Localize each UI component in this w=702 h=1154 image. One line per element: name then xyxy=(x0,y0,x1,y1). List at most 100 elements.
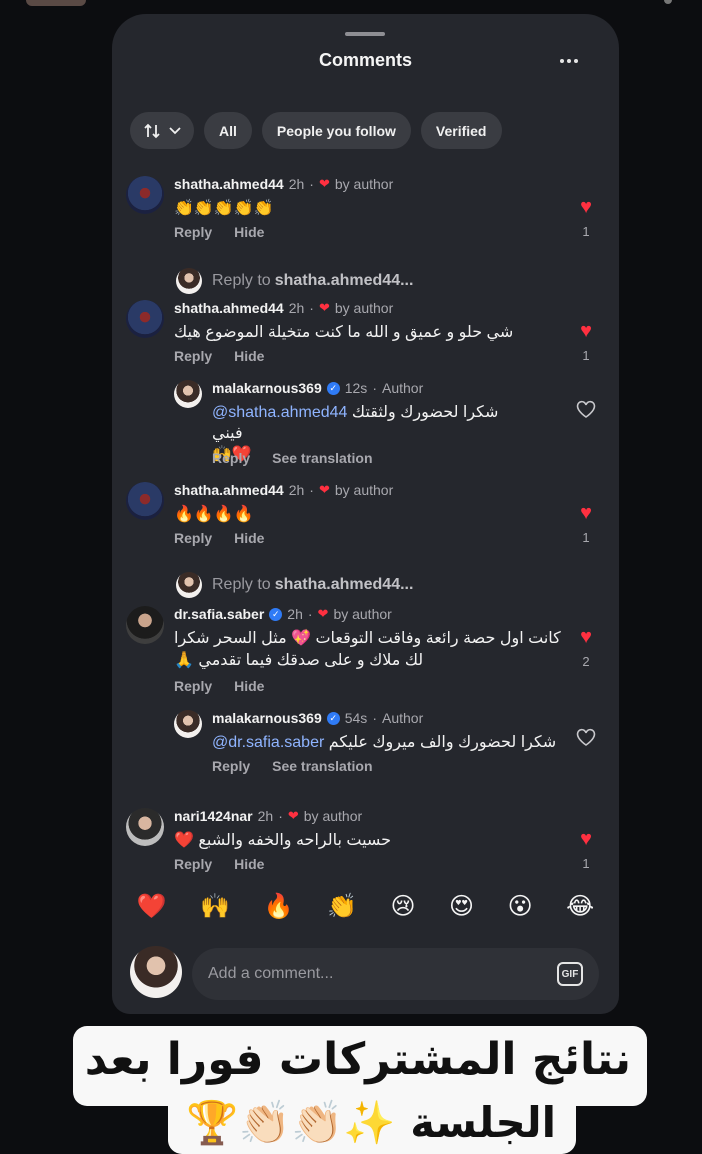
like-control[interactable]: ♥ 1 xyxy=(574,828,598,871)
comment-item: shatha.ahmed44 2h · ❤ by author شي حلو و… xyxy=(112,296,619,486)
sort-button[interactable] xyxy=(130,112,194,149)
reaction-fire[interactable]: 🔥 xyxy=(264,892,294,921)
heart-outline-icon[interactable] xyxy=(576,400,596,418)
reaction-raised-hands[interactable]: 🙌 xyxy=(200,892,230,921)
see-translation-button[interactable]: See translation xyxy=(272,758,372,774)
reply-actions: Reply See translation xyxy=(212,758,373,774)
username[interactable]: dr.safia.saber xyxy=(174,606,264,622)
heart-filled-icon[interactable]: ♥ xyxy=(574,828,598,850)
filter-people-you-follow[interactable]: People you follow xyxy=(261,112,411,149)
avatar[interactable] xyxy=(126,482,164,520)
verified-badge-icon: ✓ xyxy=(269,607,283,621)
reply-prompt-prefix: Reply to xyxy=(212,272,271,289)
comment-text: 🔥🔥🔥🔥 xyxy=(174,506,254,523)
avatar xyxy=(176,268,202,294)
reply-prompt[interactable]: Reply to shatha.ahmed44... xyxy=(176,572,413,598)
timestamp: 2h xyxy=(287,606,303,622)
reply-button[interactable]: Reply xyxy=(212,450,250,466)
hide-button[interactable]: Hide xyxy=(234,348,264,364)
reply-button[interactable]: Reply xyxy=(212,758,250,774)
like-control[interactable] xyxy=(574,400,598,423)
timestamp: 2h xyxy=(288,176,305,192)
reaction-heart-eyes[interactable]: 😍 xyxy=(449,892,474,921)
avatar[interactable] xyxy=(126,176,164,214)
author-label: Author xyxy=(381,380,424,396)
reaction-laughing[interactable]: 😂 xyxy=(566,892,594,921)
like-control[interactable] xyxy=(574,728,598,751)
username[interactable]: malakarnous369 xyxy=(212,710,322,726)
comment-actions: Reply Hide xyxy=(174,348,264,364)
reaction-surprised[interactable]: 😮 xyxy=(508,892,533,921)
sort-icon xyxy=(144,123,160,138)
comment-item: dr.safia.saber ✓ 2h · ❤ by author كانت ا… xyxy=(112,600,619,790)
reply-prompt[interactable]: Reply to shatha.ahmed44... xyxy=(176,268,413,294)
reaction-crying[interactable]: 😢 xyxy=(390,892,415,921)
like-control[interactable]: ♥ 2 xyxy=(574,626,598,669)
username[interactable]: shatha.ahmed44 xyxy=(174,176,284,192)
author-like-icon: ❤ xyxy=(317,606,329,621)
username[interactable]: shatha.ahmed44 xyxy=(174,300,284,316)
heart-filled-icon[interactable]: ♥ xyxy=(574,502,598,524)
timestamp: 2h xyxy=(288,482,305,498)
comment-actions: Reply Hide xyxy=(174,530,264,546)
filter-verified[interactable]: Verified xyxy=(420,112,502,149)
like-count: 1 xyxy=(582,856,590,871)
heart-filled-icon[interactable]: ♥ xyxy=(574,320,598,342)
mention-link[interactable]: @dr.safia.saber xyxy=(212,734,324,751)
hide-button[interactable]: Hide xyxy=(234,678,264,694)
reply-meta: malakarnous369 ✓ 12s · Author xyxy=(212,380,424,396)
username[interactable]: malakarnous369 xyxy=(212,380,322,396)
heart-filled-icon[interactable]: ♥ xyxy=(574,626,598,648)
caption-line-1: نتائج المشتركات فورا بعد xyxy=(84,1034,631,1085)
comment-text: شي حلو و عميق و الله ما كنت متخيلة الموض… xyxy=(174,324,514,341)
by-author-label: by author xyxy=(334,300,394,316)
quick-reactions-bar: ❤️ 🙌 🔥 👏 😢 😍 😮 😂 xyxy=(112,892,619,921)
like-control[interactable]: ♥ 1 xyxy=(574,196,598,239)
like-control[interactable]: ♥ 1 xyxy=(574,502,598,545)
more-options-button[interactable] xyxy=(552,50,586,72)
username[interactable]: nari1424nar xyxy=(174,808,253,824)
mention-link[interactable]: @shatha.ahmed44 xyxy=(212,404,347,421)
reply-button[interactable]: Reply xyxy=(174,224,212,240)
background-thumbnail xyxy=(26,0,86,6)
reply-button[interactable]: Reply xyxy=(174,678,212,694)
reaction-clap[interactable]: 👏 xyxy=(327,892,357,921)
drag-handle[interactable] xyxy=(345,32,385,36)
avatar[interactable] xyxy=(174,380,202,408)
hide-button[interactable]: Hide xyxy=(234,530,264,546)
heart-filled-icon[interactable]: ♥ xyxy=(574,196,598,218)
verified-badge-icon: ✓ xyxy=(326,711,340,725)
filter-bar: All People you follow Verified xyxy=(130,112,502,149)
avatar xyxy=(130,946,182,998)
filter-all[interactable]: All xyxy=(204,112,252,149)
comment-meta: shatha.ahmed44 2h · ❤ by author xyxy=(174,482,394,498)
timestamp: 2h xyxy=(288,300,305,316)
like-control[interactable]: ♥ 1 xyxy=(574,320,598,363)
comment-actions: Reply Hide xyxy=(174,678,264,694)
author-label: Author xyxy=(381,710,424,726)
hide-button[interactable]: Hide xyxy=(234,224,264,240)
avatar[interactable] xyxy=(126,300,164,338)
by-author-label: by author xyxy=(303,808,363,824)
reaction-heart[interactable]: ❤️ xyxy=(137,892,167,921)
hide-button[interactable]: Hide xyxy=(234,856,264,872)
username[interactable]: shatha.ahmed44 xyxy=(174,482,284,498)
avatar[interactable] xyxy=(174,710,202,738)
gif-button[interactable]: GIF xyxy=(557,962,583,986)
comment-input[interactable]: Add a comment... GIF xyxy=(192,948,599,1000)
reply-meta: malakarnous369 ✓ 54s · Author xyxy=(212,710,424,726)
avatar[interactable] xyxy=(126,606,164,644)
heart-outline-icon[interactable] xyxy=(576,728,596,746)
reply-button[interactable]: Reply xyxy=(174,348,212,364)
verified-badge-icon: ✓ xyxy=(326,381,340,395)
comment-actions: Reply Hide xyxy=(174,224,264,240)
reply-button[interactable]: Reply xyxy=(174,856,212,872)
comment-actions: Reply Hide xyxy=(174,856,264,872)
avatar xyxy=(176,572,202,598)
reply-prompt-target: shatha.ahmed44... xyxy=(274,272,414,289)
avatar[interactable] xyxy=(126,808,164,846)
comment-text-line1: كانت اول حصة رائعة وفاقت التوقعات 💖 مثل … xyxy=(174,630,561,647)
caption-line-2: الجلسة ✨👏🏻👏🏻🏆 xyxy=(186,1098,556,1147)
see-translation-button[interactable]: See translation xyxy=(272,450,372,466)
reply-button[interactable]: Reply xyxy=(174,530,212,546)
